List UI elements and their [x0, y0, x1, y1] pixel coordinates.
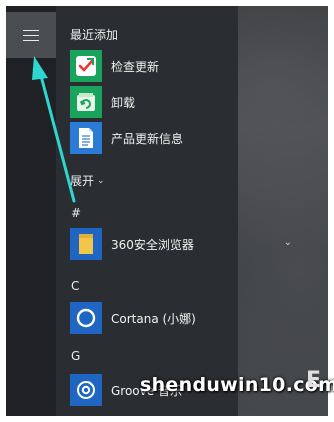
group-letter-c[interactable]: C: [71, 279, 79, 293]
annotation-arrow: [32, 56, 76, 203]
groove-music-icon: [70, 374, 102, 406]
cortana-icon: [70, 302, 102, 334]
app-label: 360安全浏览器: [111, 237, 194, 252]
app-label: Cortana (小娜): [111, 311, 196, 326]
group-letter-hash[interactable]: #: [71, 206, 81, 220]
group-letter-g[interactable]: G: [71, 349, 80, 363]
chevron-down-icon[interactable]: ⌄: [284, 237, 292, 248]
start-menu-window: 最近添加 检查更新 卸载 产品更新信息 展开 ⌄ # 360安全浏览器 ⌄ C …: [6, 6, 328, 416]
app-item-cortana[interactable]: Cortana (小娜): [70, 302, 298, 334]
watermark-trailing: E: [306, 368, 322, 393]
watermark-text: shenduwin10.com: [140, 374, 334, 396]
folder-icon: [70, 228, 102, 260]
app-item-360-browser[interactable]: 360安全浏览器 ⌄: [70, 228, 298, 260]
